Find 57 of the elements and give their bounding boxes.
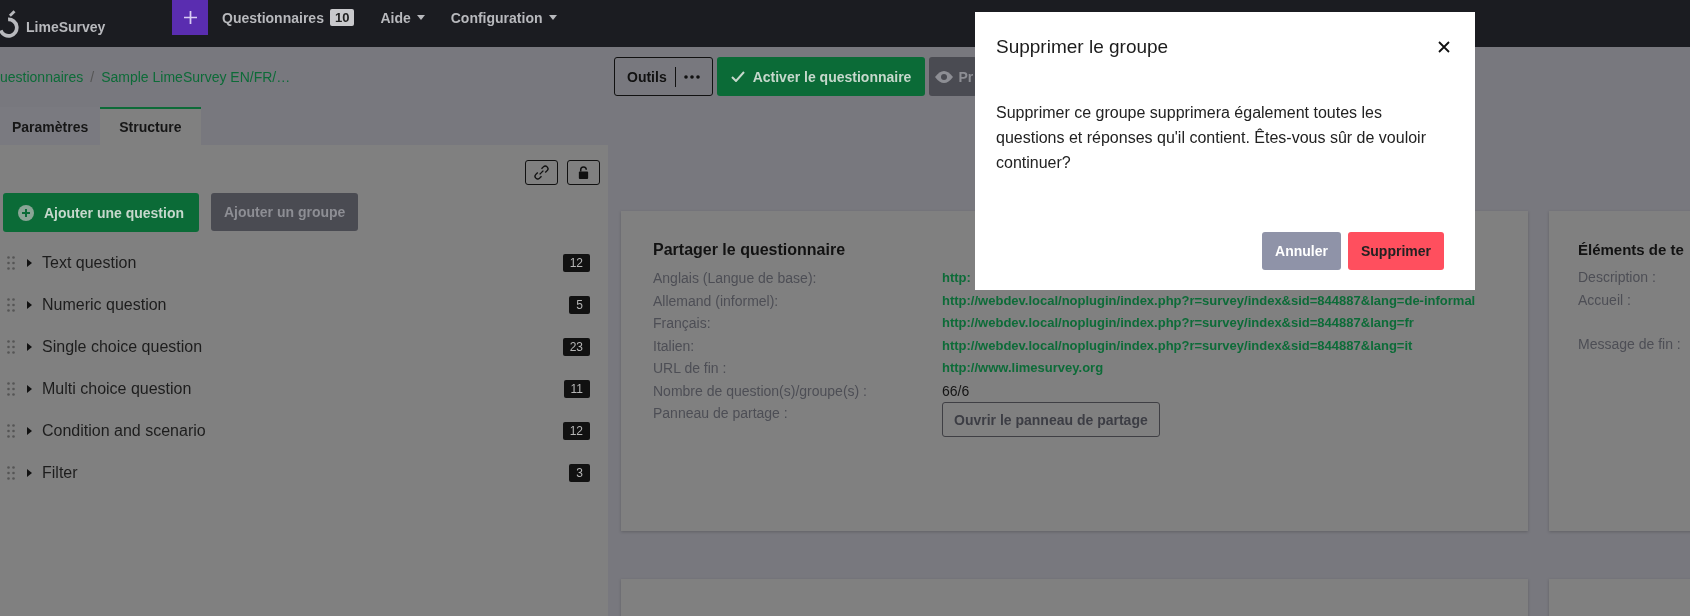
- lock-button[interactable]: [567, 160, 600, 185]
- question-group-name[interactable]: Single choice question: [42, 338, 563, 356]
- close-icon: [1438, 41, 1450, 53]
- caret-icon[interactable]: [25, 343, 33, 351]
- drag-handle-icon[interactable]: [7, 298, 15, 312]
- caret-icon: [416, 15, 425, 20]
- question-group-name[interactable]: Text question: [42, 254, 563, 272]
- add-button[interactable]: [172, 0, 208, 35]
- dialog-message: Supprimer ce groupe supprimera également toutes les questions et réponses qu'il contient. Êtes-vous sûr de vouloir continuer?: [996, 103, 1427, 173]
- nav-menu-item[interactable]: Aide: [380, 9, 411, 26]
- count-badge: 11: [563, 380, 590, 398]
- question-group-name[interactable]: Condition and scenario: [42, 422, 563, 440]
- count-badge: 23: [562, 338, 590, 356]
- logo-icon: [0, 9, 20, 38]
- brand-name[interactable]: LimeSurvey: [26, 18, 106, 35]
- share-panel-button[interactable]: Ouvrir le panneau de partage: [942, 402, 1160, 437]
- drag-handle-icon[interactable]: [7, 256, 15, 270]
- count-badge: 10: [329, 9, 355, 26]
- nav-menu-item[interactable]: Questionnaires: [222, 9, 324, 26]
- field-value: 66/6: [942, 381, 970, 401]
- question-group-name[interactable]: Multi choice question: [42, 380, 564, 398]
- dialog-title: Supprimer le groupe: [996, 36, 1169, 58]
- drag-handle-icon[interactable]: [7, 424, 15, 438]
- count-badge: 12: [562, 422, 590, 440]
- drag-handle-icon[interactable]: [7, 382, 15, 396]
- drag-handle-icon[interactable]: [7, 340, 15, 354]
- eye-icon: [935, 70, 954, 83]
- cancel-button[interactable]: Annuler: [1262, 232, 1341, 270]
- count-badge: 12: [562, 254, 590, 272]
- question-group-name[interactable]: Filter: [42, 464, 570, 482]
- breadcrumb-separator: /: [90, 69, 95, 85]
- check-icon: [730, 71, 745, 82]
- caret-icon[interactable]: [25, 259, 33, 267]
- card-title: Éléments de te: [1578, 241, 1684, 258]
- link-icon: [534, 165, 549, 180]
- caret-icon: [548, 15, 557, 20]
- card-title: Partager le questionnaire: [653, 241, 846, 259]
- link-button[interactable]: [525, 160, 558, 185]
- add-question-button[interactable]: Ajouter une question: [3, 193, 199, 232]
- plus-circle-icon: [18, 204, 34, 221]
- caret-icon[interactable]: [25, 301, 33, 309]
- tab[interactable]: Structure: [100, 107, 201, 145]
- preview-button[interactable]: Pr: [929, 57, 978, 96]
- tools-button[interactable]: Outils: [614, 57, 713, 96]
- drag-handle-icon[interactable]: [7, 466, 15, 480]
- delete-button[interactable]: Supprimer: [1348, 232, 1444, 270]
- nav-menu-item[interactable]: Configuration: [450, 9, 543, 26]
- question-group-name[interactable]: Numeric question: [42, 296, 570, 314]
- caret-icon[interactable]: [25, 427, 33, 435]
- unlock-icon: [577, 166, 590, 179]
- count-badge: 3: [569, 464, 590, 482]
- plus-icon: [183, 11, 197, 24]
- more-icon: [683, 74, 700, 79]
- count-badge: 5: [569, 296, 590, 314]
- caret-icon[interactable]: [25, 385, 33, 393]
- activate-button[interactable]: Activer le questionnaire: [716, 57, 926, 96]
- caret-icon[interactable]: [25, 469, 33, 477]
